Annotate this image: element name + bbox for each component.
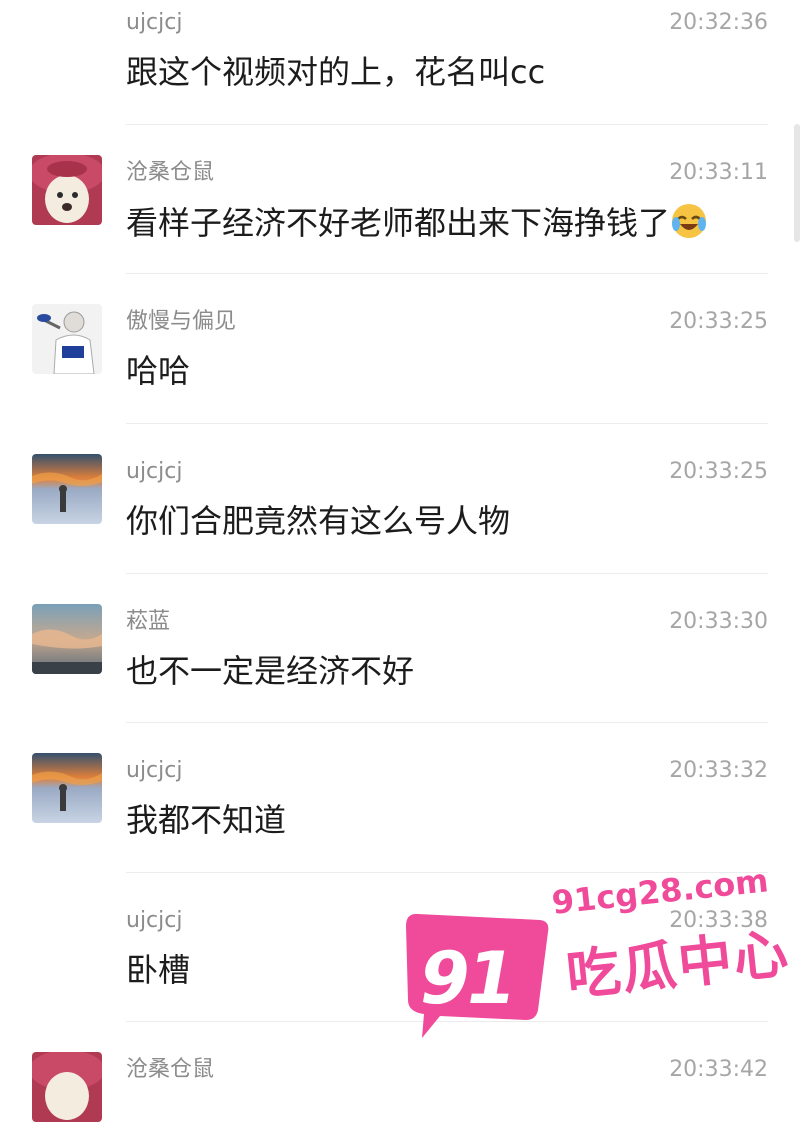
message-time: 20:32:36 bbox=[669, 10, 768, 35]
watermark-number: 91 bbox=[412, 936, 520, 1020]
message-text: 我都不知道 bbox=[126, 801, 287, 839]
scrollbar[interactable] bbox=[794, 124, 800, 242]
message-time: 20:33:25 bbox=[669, 309, 768, 334]
sender-name[interactable]: ujcjcj bbox=[126, 459, 182, 485]
message-text: 跟这个视频对的上，花名叫cc bbox=[126, 53, 546, 91]
watermark: 91 91cg28.com 吃瓜中心 bbox=[400, 861, 793, 1060]
message-time: 20:33:30 bbox=[669, 609, 768, 634]
divider bbox=[126, 124, 768, 125]
divider bbox=[126, 423, 768, 424]
sender-name[interactable]: 沧桑仓鼠 bbox=[126, 160, 214, 186]
message-text: 卧槽 bbox=[126, 951, 191, 989]
message-text-content: 看样子经济不好老师都出来下海挣钱了 bbox=[126, 204, 671, 242]
message-text: 看样子经济不好老师都出来下海挣钱了 bbox=[126, 202, 708, 243]
sender-name[interactable]: 菘蓝 bbox=[126, 609, 170, 635]
sunset-person-avatar[interactable] bbox=[32, 753, 102, 823]
watermark-title: 吃瓜中心 bbox=[563, 921, 793, 1008]
divider bbox=[126, 722, 768, 723]
divider bbox=[126, 273, 768, 274]
sender-name[interactable]: 傲慢与偏见 bbox=[126, 309, 236, 335]
message-time: 20:33:32 bbox=[669, 758, 768, 783]
sender-name[interactable]: ujcjcj bbox=[126, 758, 182, 784]
message-time: 20:33:42 bbox=[669, 1057, 768, 1082]
sender-name[interactable]: ujcjcj bbox=[126, 908, 182, 934]
message-text: 也不一定是经济不好 bbox=[126, 652, 415, 690]
message-time: 20:33:25 bbox=[669, 459, 768, 484]
sketch-person-avatar[interactable] bbox=[32, 304, 102, 374]
laughing-crying-emoji-icon bbox=[672, 204, 707, 238]
sunset-person-avatar[interactable] bbox=[32, 454, 102, 524]
dog-avatar[interactable] bbox=[32, 155, 102, 225]
sender-name[interactable]: 沧桑仓鼠 bbox=[126, 1057, 214, 1083]
dog-avatar[interactable] bbox=[32, 1052, 102, 1122]
divider bbox=[126, 573, 768, 574]
sender-name[interactable]: ujcjcj bbox=[126, 10, 182, 36]
message-text: 你们合肥竟然有这么号人物 bbox=[126, 502, 511, 540]
message-time: 20:33:11 bbox=[669, 160, 768, 185]
sky-clouds-avatar[interactable] bbox=[32, 604, 102, 674]
message-text: 哈哈 bbox=[126, 352, 191, 390]
